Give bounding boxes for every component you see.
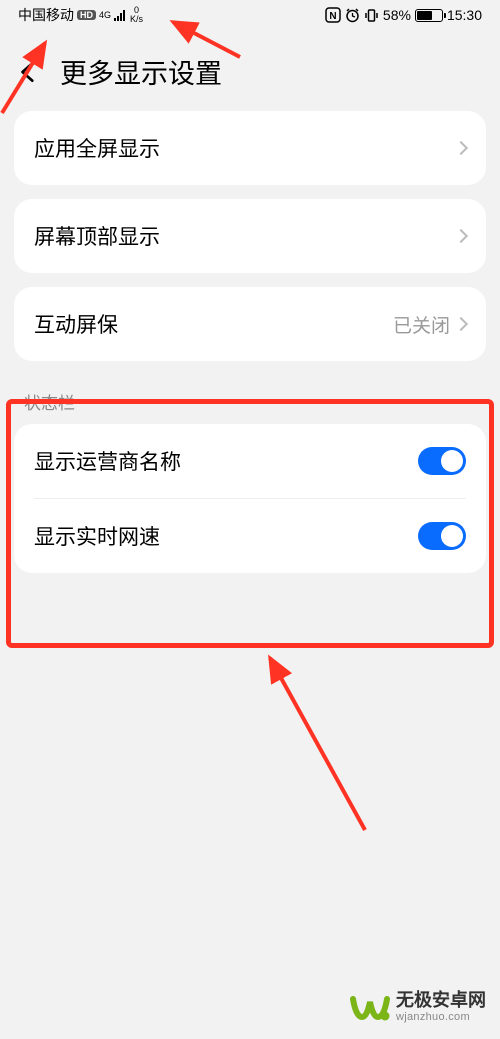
status-bar: 中国移动 HD 4G 0K/s N 58% 15:30: [0, 0, 500, 30]
card-screensaver: 互动屏保 已关闭: [14, 287, 486, 361]
row-label: 应用全屏显示: [34, 133, 160, 163]
watermark-logo-icon: [350, 987, 390, 1027]
nfc-icon: N: [325, 7, 341, 23]
toggle-show-netspeed[interactable]: [418, 522, 466, 550]
signal-icon: [114, 9, 125, 21]
net-speed: 0K/s: [130, 6, 143, 24]
row-label: 显示运营商名称: [34, 446, 181, 476]
watermark: 无极安卓网 wjanzhuo.com: [350, 987, 486, 1027]
alarm-icon: [345, 8, 360, 23]
svg-text:N: N: [329, 11, 336, 22]
toggle-show-carrier[interactable]: [418, 447, 466, 475]
row-label: 显示实时网速: [34, 521, 160, 551]
network-type: 4G: [99, 11, 111, 20]
card-statusbar-settings: 显示运营商名称 显示实时网速: [14, 424, 486, 573]
page-title: 更多显示设置: [60, 52, 222, 91]
row-show-carrier[interactable]: 显示运营商名称: [14, 424, 486, 498]
back-icon[interactable]: [16, 59, 42, 85]
watermark-url: wjanzhuo.com: [396, 1011, 486, 1024]
card-fullscreen: 应用全屏显示: [14, 111, 486, 185]
row-label: 屏幕顶部显示: [34, 221, 160, 251]
chevron-right-icon: [454, 141, 468, 155]
row-top-display[interactable]: 屏幕顶部显示: [14, 199, 486, 273]
card-top-display: 屏幕顶部显示: [14, 199, 486, 273]
battery-percent: 58%: [383, 7, 411, 23]
row-show-netspeed[interactable]: 显示实时网速: [14, 499, 486, 573]
row-fullscreen[interactable]: 应用全屏显示: [14, 111, 486, 185]
watermark-name: 无极安卓网: [396, 990, 486, 1011]
chevron-right-icon: [454, 317, 468, 331]
hd-icon: HD: [77, 10, 96, 20]
chevron-right-icon: [454, 229, 468, 243]
clock: 15:30: [447, 7, 482, 23]
status-left: 中国移动 HD 4G 0K/s: [18, 5, 143, 25]
carrier-name: 中国移动: [18, 5, 74, 25]
row-label: 互动屏保: [34, 309, 118, 339]
row-value: 已关闭: [393, 311, 450, 338]
battery-icon: [415, 9, 443, 22]
status-right: N 58% 15:30: [325, 7, 482, 23]
header: 更多显示设置: [0, 30, 500, 111]
annotation-arrow-3: [250, 640, 380, 840]
section-title-statusbar: 状态栏: [14, 375, 486, 424]
vibrate-icon: [364, 8, 379, 23]
row-screensaver[interactable]: 互动屏保 已关闭: [14, 287, 486, 361]
